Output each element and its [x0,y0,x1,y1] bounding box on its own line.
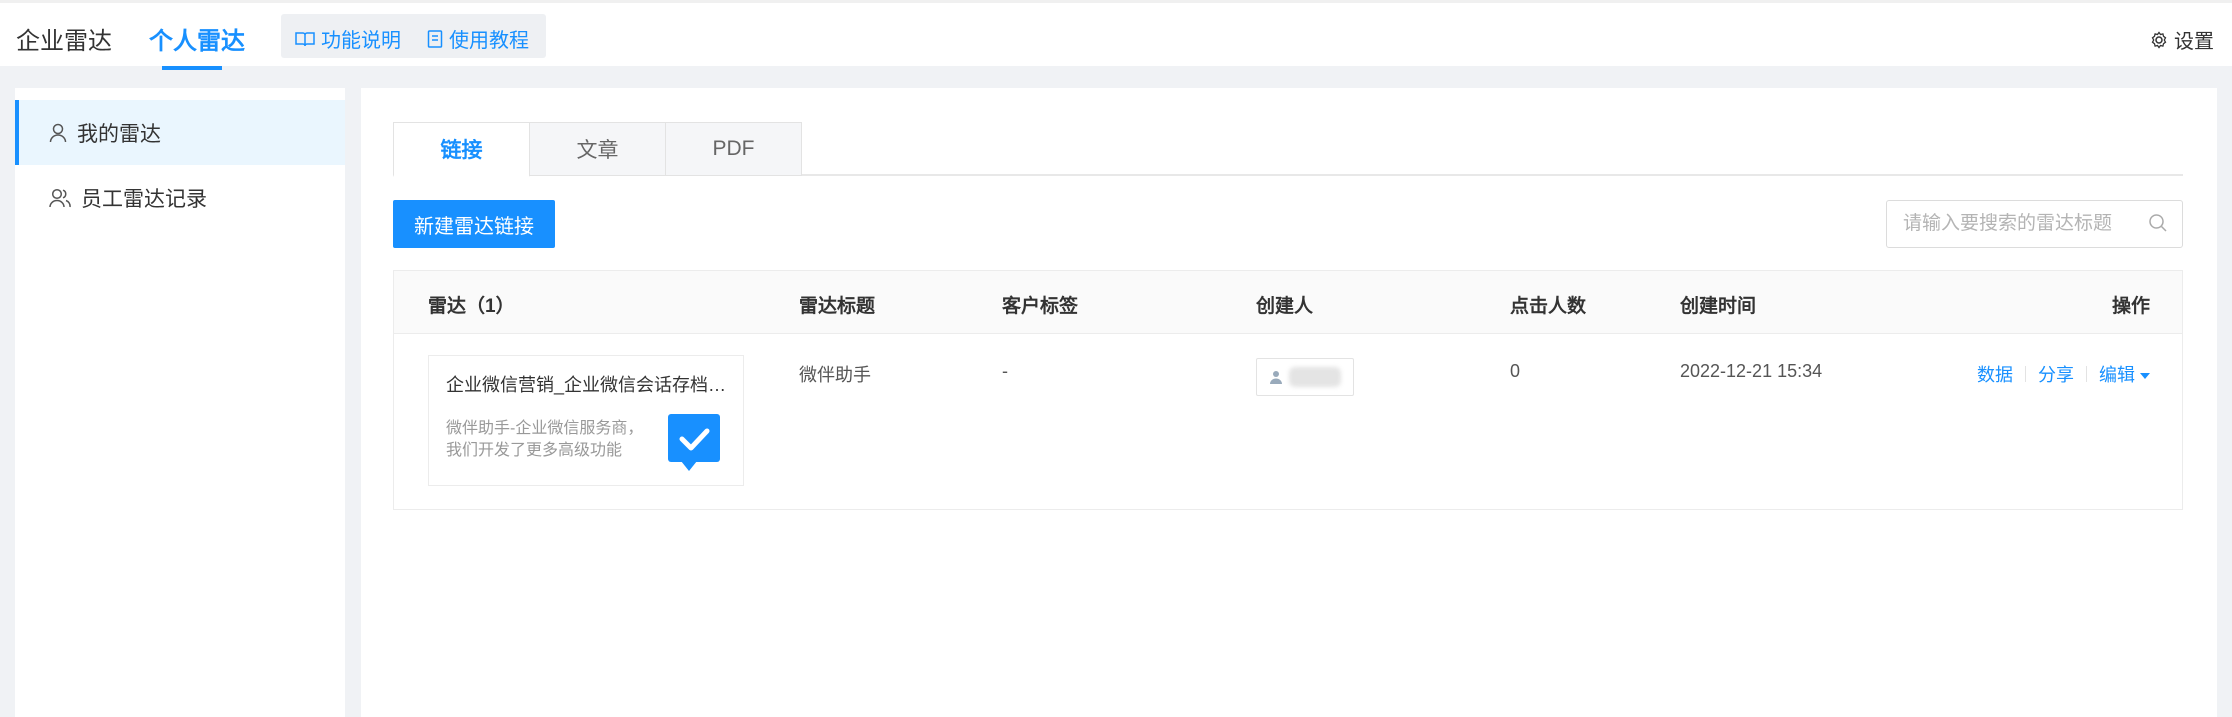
weiban-logo-icon [668,414,720,471]
radar-title-cell: 微伴助手 [799,365,871,385]
top-nav: 企业雷达 个人雷达 功能说明 使用教程 设置 [0,0,2232,70]
column-radar: 雷达（1） [428,296,515,317]
user-icon [49,123,67,142]
row-actions: 数据 分享 编辑 [1977,361,2150,387]
column-radar-title: 雷达标题 [799,296,876,317]
tab-links[interactable]: 链接 [393,122,530,177]
radar-table: 雷达（1） 雷达标题 客户标签 创建人 点击人数 创建时间 操作 企业微信营销_… [393,270,2183,510]
radar-link-card[interactable]: 企业微信营销_企业微信会话存档_企业微信SCRM 微伴助手-企业微信服务商，我们… [428,355,744,486]
tab-enterprise-radar[interactable]: 企业雷达 [16,21,112,56]
tab-articles[interactable]: 文章 [529,122,666,176]
feature-description-link[interactable]: 功能说明 [295,24,401,53]
card-title: 企业微信营销_企业微信会话存档_企业微信SCRM [446,375,736,395]
column-creator: 创建人 [1256,296,1314,317]
column-customer-tag: 客户标签 [1002,296,1079,317]
sidebar: 我的雷达 员工雷达记录 [15,88,345,717]
main-panel: 链接 文章 PDF 新建雷达链接 雷达（1） 雷达标题 客户标签 创建人 点击人… [361,88,2217,717]
search-box [1886,200,2183,248]
card-description: 微伴助手-企业微信服务商，我们开发了更多高级功能 [446,420,644,459]
edit-action-dropdown[interactable]: 编辑 [2099,361,2150,387]
active-tab-indicator [162,66,222,70]
sidebar-item-my-radar[interactable]: 我的雷达 [15,100,345,165]
book-icon [295,31,315,46]
customer-tag-cell: - [1002,361,1008,381]
settings-button[interactable]: 设置 [2150,25,2214,54]
document-icon [427,29,443,48]
data-action-link[interactable]: 数据 [1977,361,2013,387]
gear-icon [2151,30,2167,49]
search-icon[interactable] [2148,213,2168,233]
action-divider [2025,366,2026,382]
sidebar-item-employee-radar-records[interactable]: 员工雷达记录 [15,165,345,230]
caret-down-icon [2140,373,2150,380]
tab-pdf[interactable]: PDF [665,122,802,176]
table-header: 雷达（1） 雷达标题 客户标签 创建人 点击人数 创建时间 操作 [394,271,2182,334]
column-actions: 操作 [2111,296,2150,317]
tutorial-link[interactable]: 使用教程 [427,24,529,53]
blurred-creator-name [1289,367,1341,387]
content-tabs: 链接 文章 PDF [393,122,2183,177]
column-created-at: 创建时间 [1680,296,1757,317]
avatar-icon [1270,371,1282,384]
users-icon [49,188,71,207]
column-clicks: 点击人数 [1510,296,1587,317]
help-links: 功能说明 使用教程 [281,14,546,58]
new-radar-link-button[interactable]: 新建雷达链接 [393,200,555,248]
share-action-link[interactable]: 分享 [2038,361,2074,387]
clicks-cell: 0 [1510,361,1521,381]
search-input[interactable] [1903,201,2143,247]
action-divider [2086,366,2087,382]
creator-chip [1256,358,1354,396]
tab-personal-radar[interactable]: 个人雷达 [149,21,245,56]
created-at-cell: 2022-12-21 15:34 [1680,361,1823,381]
